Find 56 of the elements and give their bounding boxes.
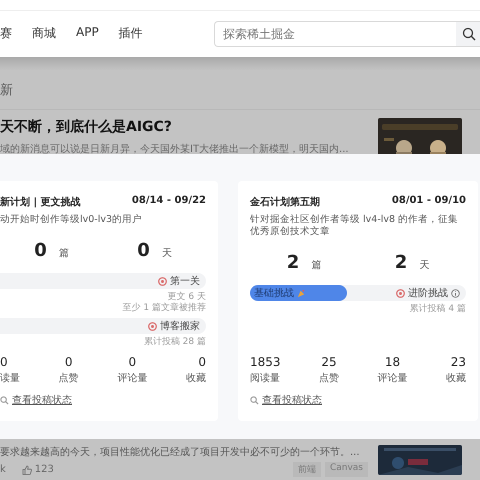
metric-label: 评论量 (117, 372, 148, 385)
stat-value: 2 (394, 252, 408, 273)
stat-value: 0 (137, 240, 150, 261)
progress-fill: 基础挑战 (250, 285, 348, 301)
metric-label: 评论量 (378, 372, 408, 385)
date-range: 08/01 - 09/10 (392, 195, 466, 208)
metric-value: 23 (450, 355, 466, 369)
status-link[interactable]: 查看投稿状态 (12, 393, 72, 407)
card-title: 金石计划第五期 (250, 196, 320, 209)
search-icon (250, 396, 259, 404)
status-link[interactable]: 查看投稿状态 (262, 393, 322, 407)
metric-label: 点赞 (319, 372, 340, 385)
metric-value: 0 (0, 355, 9, 369)
party-icon (297, 288, 306, 298)
thumbs-up-icon[interactable] (22, 464, 32, 474)
article-title[interactable]: 天不断，到底什么是AIGC? (0, 118, 349, 136)
card-description: 动开始时创作等级lv0-lv3的用户 (0, 214, 144, 226)
target-icon (396, 288, 405, 298)
metric-label: 点赞 (58, 372, 79, 385)
target-icon (148, 322, 157, 330)
stat-unit: 篇 (58, 247, 69, 260)
stat-unit: 天 (419, 259, 430, 272)
metric-label: 收藏 (186, 372, 206, 385)
progress-note: 累计投稿 28 篇 (144, 337, 206, 348)
target-icon (158, 276, 167, 286)
stat-unit: 天 (162, 247, 172, 260)
stat-value: 2 (286, 252, 300, 273)
nav-link[interactable]: APP (76, 25, 99, 42)
metric-label: 读量 (0, 372, 20, 385)
metric-value: 0 (197, 355, 206, 369)
nav-link[interactable]: 赛 (0, 25, 12, 42)
like-count: 123 (34, 464, 54, 475)
search-icon (0, 396, 9, 404)
stat-value: 0 (34, 240, 47, 261)
metric-value: 0 (127, 355, 138, 369)
metric-label: 收藏 (446, 372, 466, 385)
metric-label: 阅读量 (250, 372, 281, 385)
stat-unit: 篇 (311, 259, 322, 272)
goal-label: 博客搬家 (160, 320, 200, 333)
metric-value: 0 (64, 355, 74, 369)
article-excerpt: 域的新消息可以说是日新月异，今天国外某IT大佬推出一个新模型，明天国内... (0, 142, 349, 154)
card-description: 针对掘金社区创作者等级 lv4-lv8 的作者，征集优秀原创技术文章 (250, 214, 460, 238)
goal-label: 进阶挑战 (408, 286, 448, 300)
goal-label: 第一关 (170, 274, 200, 288)
metric-value: 18 (384, 355, 402, 369)
card-title: 新计划 | 更文挑战 (0, 195, 81, 209)
progress-note: 累计投稿 4 篇 (410, 304, 466, 315)
article-excerpt: 要求越来越高的今天，项目性能优化已经成了项目开发中必不可少的一个环节。... (0, 446, 361, 459)
date-range: 08/14 - 09/22 (132, 195, 206, 208)
nav-link[interactable]: 插件 (118, 25, 143, 42)
section-title: 新 (0, 82, 13, 99)
progress-note: 更文 6 天 (168, 292, 206, 302)
nav-link[interactable]: 商城 (32, 25, 56, 42)
metric-value: 25 (320, 355, 338, 369)
metric-value: 1853 (250, 355, 281, 369)
progress-note: 至少 1 篇文章被推荐 (122, 303, 206, 314)
